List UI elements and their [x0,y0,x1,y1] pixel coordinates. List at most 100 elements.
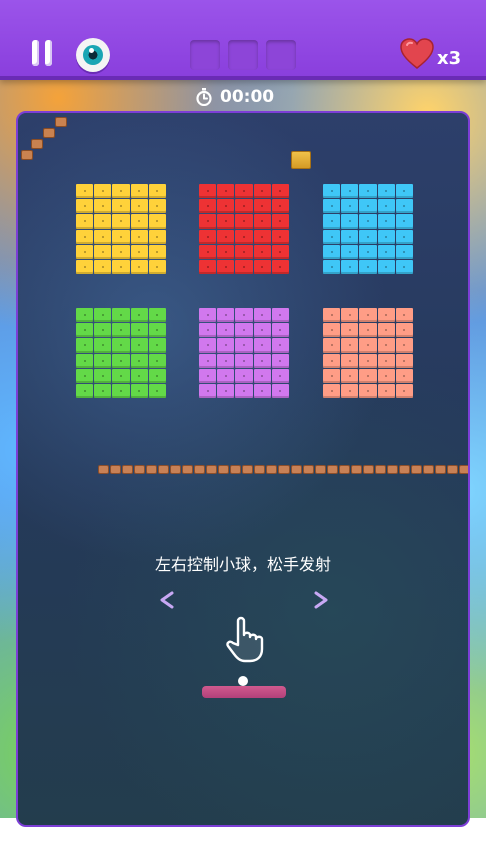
brick [130,244,148,259]
brick [341,199,359,214]
brick [148,353,166,368]
brick [271,184,289,199]
brick [235,338,253,353]
stair-brick [31,139,43,149]
brick [148,199,166,214]
brick [235,214,253,229]
brick [76,323,94,338]
eye-icon[interactable] [76,38,110,72]
brick [395,199,413,214]
brick [94,323,112,338]
powerup-slot [228,40,258,70]
brick [341,308,359,323]
brick [94,214,112,229]
brick [359,383,377,398]
brick [323,199,341,214]
brick [130,323,148,338]
brick [253,199,271,214]
brick [199,323,217,338]
brick [377,368,395,383]
brick-block-green [76,308,166,398]
brick [253,338,271,353]
brick [76,338,94,353]
brick [395,323,413,338]
brick [94,368,112,383]
hand-pointer-icon [226,616,264,663]
ball [238,676,248,686]
brick [217,184,235,199]
pause-icon[interactable] [32,40,54,66]
brick [359,323,377,338]
brick [253,214,271,229]
brick [130,259,148,274]
brick [199,353,217,368]
brick-block-blue [323,184,413,274]
brick [271,229,289,244]
brick [395,259,413,274]
brick [271,338,289,353]
brick [148,338,166,353]
brick [395,383,413,398]
brick [112,308,130,323]
brick [359,338,377,353]
brick [94,244,112,259]
brick [359,353,377,368]
wall-brick [158,465,170,474]
wall-brick [146,465,158,474]
brick [130,368,148,383]
brick [377,184,395,199]
brick [235,199,253,214]
brick [148,244,166,259]
timer-value: 00:00 [220,87,275,107]
wall-brick [410,465,422,474]
brick [199,214,217,229]
brick [130,308,148,323]
brick [76,229,94,244]
brick [199,184,217,199]
brick [341,229,359,244]
brick [76,383,94,398]
brick [148,308,166,323]
brick [130,199,148,214]
brick [235,353,253,368]
brick [199,368,217,383]
brick [94,308,112,323]
brick [323,308,341,323]
game-board[interactable]: 左右控制小球，松手发射 [16,111,470,827]
brick [323,368,341,383]
paddle[interactable] [202,686,286,698]
brick [217,199,235,214]
brick [217,244,235,259]
brick [199,199,217,214]
brick [217,338,235,353]
brick [199,338,217,353]
brick [271,259,289,274]
wall-brick [326,465,338,474]
brick [253,244,271,259]
brick [199,308,217,323]
brick [341,259,359,274]
brick [341,368,359,383]
brick [112,229,130,244]
brick [130,338,148,353]
brick [271,353,289,368]
brick [271,199,289,214]
brick [359,259,377,274]
wall-brick [290,465,302,474]
brick [377,214,395,229]
brick [253,184,271,199]
brick [217,383,235,398]
top-bar: x3 [0,0,486,80]
brick [377,323,395,338]
brick [148,323,166,338]
wall-brick [458,465,468,474]
brick [235,184,253,199]
left-right-arrows-icon [160,591,328,609]
brick-wall [98,465,468,474]
wall-brick [302,465,314,474]
wall-brick [350,465,362,474]
brick [359,308,377,323]
wall-brick [170,465,182,474]
wall-brick [338,465,350,474]
stair-brick [43,128,55,138]
